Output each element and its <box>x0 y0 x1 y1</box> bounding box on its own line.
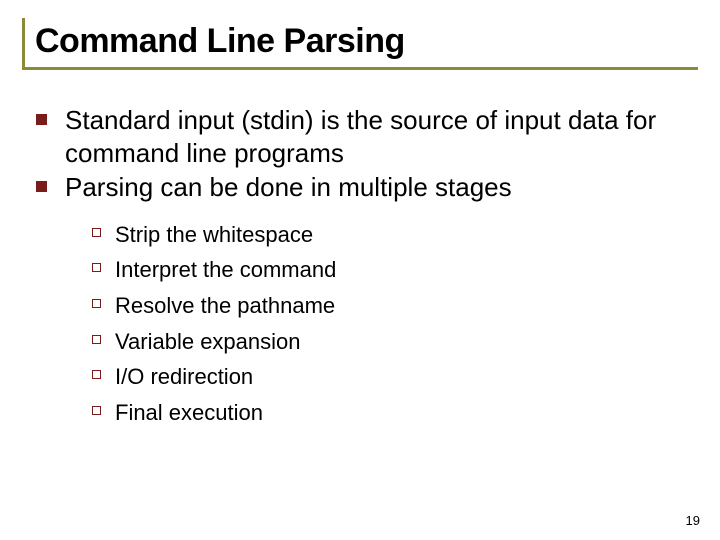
title-container: Command Line Parsing <box>22 18 698 70</box>
page-number: 19 <box>686 513 700 528</box>
subbullet-text: Interpret the command <box>115 255 336 285</box>
subbullet-text: Final execution <box>115 398 263 428</box>
subbullet-text: Strip the whitespace <box>115 220 313 250</box>
list-item: Interpret the command <box>92 255 698 285</box>
content-area: Standard input (stdin) is the source of … <box>22 104 698 428</box>
slide: Command Line Parsing Standard input (std… <box>0 0 720 540</box>
list-item: Final execution <box>92 398 698 428</box>
hollow-square-bullet-icon <box>92 335 101 344</box>
list-item: Parsing can be done in multiple stages <box>36 171 698 204</box>
list-item: Resolve the pathname <box>92 291 698 321</box>
list-item: I/O redirection <box>92 362 698 392</box>
hollow-square-bullet-icon <box>92 370 101 379</box>
hollow-square-bullet-icon <box>92 228 101 237</box>
subbullet-text: Variable expansion <box>115 327 301 357</box>
hollow-square-bullet-icon <box>92 263 101 272</box>
square-bullet-icon <box>36 181 47 192</box>
bullet-text: Standard input (stdin) is the source of … <box>65 104 698 169</box>
square-bullet-icon <box>36 114 47 125</box>
subbullet-text: I/O redirection <box>115 362 253 392</box>
hollow-square-bullet-icon <box>92 406 101 415</box>
hollow-square-bullet-icon <box>92 299 101 308</box>
bullet-text: Parsing can be done in multiple stages <box>65 171 512 204</box>
list-item: Variable expansion <box>92 327 698 357</box>
list-item: Strip the whitespace <box>92 220 698 250</box>
list-item: Standard input (stdin) is the source of … <box>36 104 698 169</box>
subbullet-text: Resolve the pathname <box>115 291 335 321</box>
sublist: Strip the whitespace Interpret the comma… <box>36 220 698 428</box>
slide-title: Command Line Parsing <box>35 22 698 61</box>
